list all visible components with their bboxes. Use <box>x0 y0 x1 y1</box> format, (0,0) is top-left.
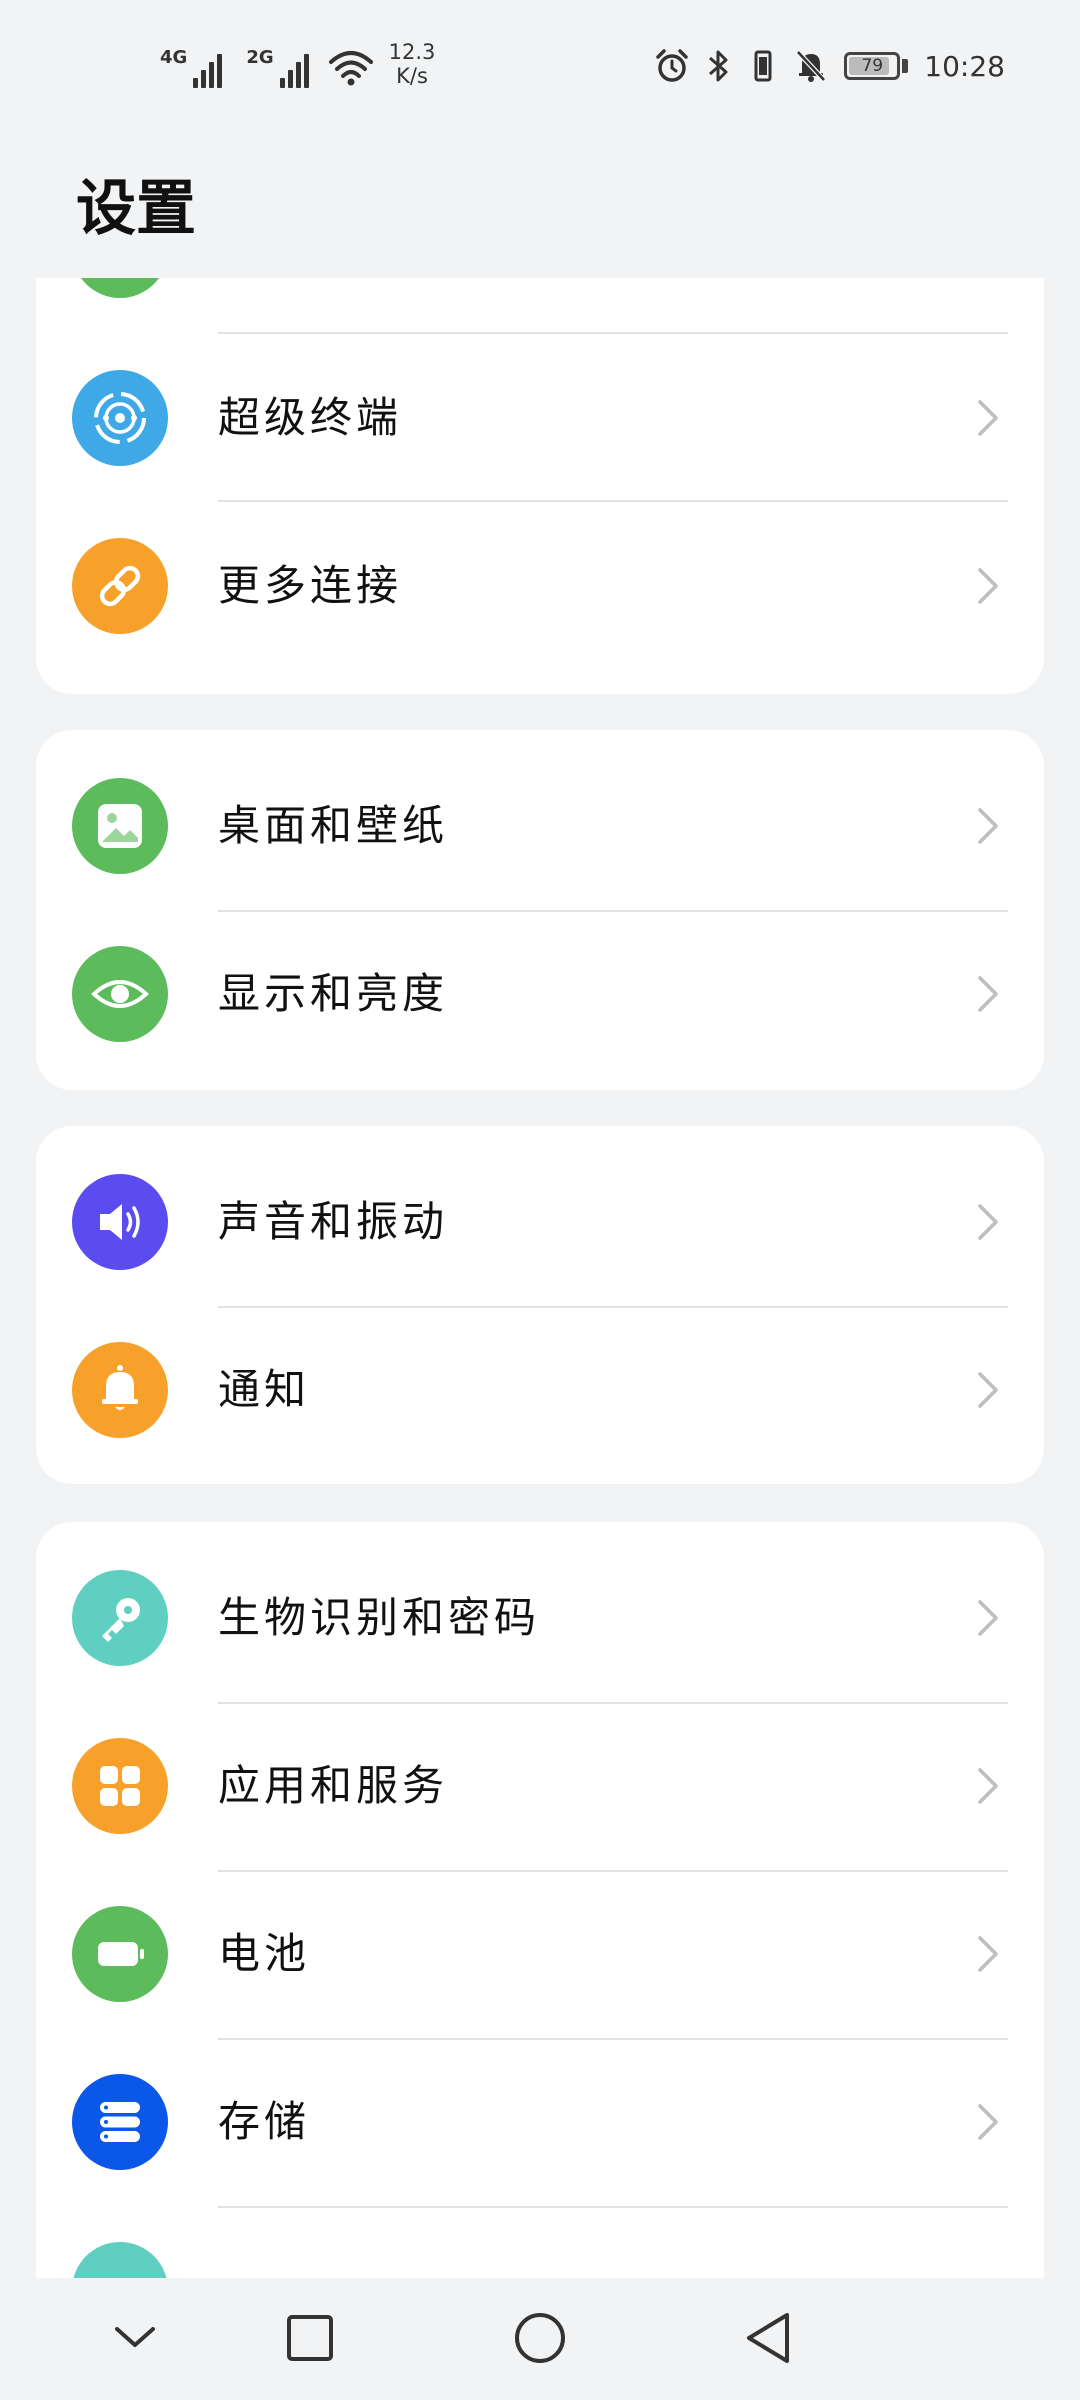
wallpaper-icon <box>72 778 168 874</box>
mute-bell-icon <box>796 50 827 82</box>
apps-label: 应用和服务 <box>218 1761 449 1810</box>
status-left: 4G 2G 12.3 K/s <box>160 40 435 88</box>
settings-item-sound[interactable]: 声音和振动 <box>36 1138 1044 1306</box>
signal-2: 2G <box>246 47 309 88</box>
settings-item-super-device[interactable]: 超级终端 <box>36 334 1044 502</box>
battery-icon <box>72 1906 168 2002</box>
speaker-icon <box>72 1174 168 1270</box>
link-icon <box>72 538 168 634</box>
chevron-down-icon <box>115 2327 155 2347</box>
eye-icon <box>72 946 168 1042</box>
clock: 10:28 <box>924 49 1005 83</box>
chevron-right-icon <box>978 2104 998 2140</box>
signal-1: 4G <box>160 47 223 88</box>
chevron-right-icon <box>978 808 998 844</box>
chevron-right-icon <box>978 1768 998 1804</box>
key-icon <box>72 1570 168 1666</box>
storage-label: 存储 <box>218 2097 311 2146</box>
network-speed-unit: K/s <box>396 64 428 88</box>
apps-icon <box>72 1738 168 1834</box>
chevron-right-icon <box>978 1600 998 1636</box>
triangle-back-icon <box>747 2313 789 2363</box>
settings-item-notifications[interactable]: 通知 <box>36 1306 1044 1474</box>
settings-list[interactable]: 超级终端 更多连接 桌面和壁纸 显示和亮度 声音和振动 通知 生物识别和密码 应… <box>0 278 1080 2278</box>
bluetooth-icon <box>709 50 728 82</box>
clipped-bottom-item-icon <box>72 2242 168 2278</box>
signal-1-bars-icon <box>193 48 223 88</box>
more-connections-label: 更多连接 <box>218 561 403 610</box>
collapse-button[interactable] <box>105 2308 165 2368</box>
page-title: 设置 <box>76 174 196 244</box>
settings-screen: 4G 2G 12.3 K/s 79 10:28 设置 超级终端 更多连接 桌面和… <box>0 0 1080 2400</box>
card-sound: 声音和振动 通知 <box>36 1126 1044 1484</box>
recents-button[interactable] <box>280 2308 340 2368</box>
chevron-right-icon <box>978 400 998 436</box>
settings-item-clipped-bottom[interactable] <box>36 2206 1044 2278</box>
notifications-label: 通知 <box>218 1365 311 1414</box>
settings-item-storage[interactable]: 存储 <box>36 2038 1044 2206</box>
alarm-icon <box>656 49 689 82</box>
card-system: 生物识别和密码 应用和服务 电池 存储 <box>36 1522 1044 2278</box>
card-connectivity: 超级终端 更多连接 <box>36 278 1044 694</box>
super-device-icon <box>72 370 168 466</box>
signal-2-bars-icon <box>279 48 309 88</box>
biometrics-label: 生物识别和密码 <box>218 1593 541 1642</box>
settings-item-clipped[interactable] <box>36 278 1044 334</box>
chevron-right-icon <box>978 976 998 1012</box>
status-right: 79 10:28 <box>654 48 1005 84</box>
home-button[interactable] <box>510 2308 570 2368</box>
settings-item-battery[interactable]: 电池 <box>36 1870 1044 2038</box>
back-button[interactable] <box>738 2308 798 2368</box>
wallpaper-label: 桌面和壁纸 <box>218 801 449 850</box>
card-display: 桌面和壁纸 显示和亮度 <box>36 730 1044 1090</box>
network-speed: 12.3 K/s <box>389 40 436 88</box>
battery-level: 79 <box>861 56 884 76</box>
square-icon <box>287 2315 333 2361</box>
sound-label: 声音和振动 <box>218 1197 449 1246</box>
battery-status-icon: 79 <box>844 52 901 80</box>
network-speed-value: 12.3 <box>388 40 436 64</box>
wifi-icon <box>328 51 373 86</box>
bell-icon <box>72 1342 168 1438</box>
settings-item-apps[interactable]: 应用和服务 <box>36 1702 1044 1870</box>
chevron-right-icon <box>978 1372 998 1408</box>
signal-2-label: 2G <box>246 47 274 68</box>
battery-indicator: 79 <box>844 52 909 80</box>
super-device-label: 超级终端 <box>218 393 403 442</box>
navigation-bar <box>0 2278 1080 2400</box>
signal-1-label: 4G <box>160 47 188 68</box>
settings-item-wallpaper[interactable]: 桌面和壁纸 <box>36 742 1044 910</box>
status-bar: 4G 2G 12.3 K/s 79 10:28 <box>0 0 1080 130</box>
chevron-right-icon <box>978 1936 998 1972</box>
settings-item-biometrics[interactable]: 生物识别和密码 <box>36 1534 1044 1702</box>
settings-item-display[interactable]: 显示和亮度 <box>36 910 1044 1078</box>
display-label: 显示和亮度 <box>218 969 449 1018</box>
chevron-right-icon <box>978 1204 998 1240</box>
clipped-item-icon <box>72 278 168 298</box>
chevron-right-icon <box>978 568 998 604</box>
settings-item-more-connections[interactable]: 更多连接 <box>36 502 1044 670</box>
vibrate-icon <box>754 50 772 82</box>
battery-label: 电池 <box>218 1929 311 1978</box>
circle-icon <box>515 2313 565 2363</box>
storage-icon <box>72 2074 168 2170</box>
